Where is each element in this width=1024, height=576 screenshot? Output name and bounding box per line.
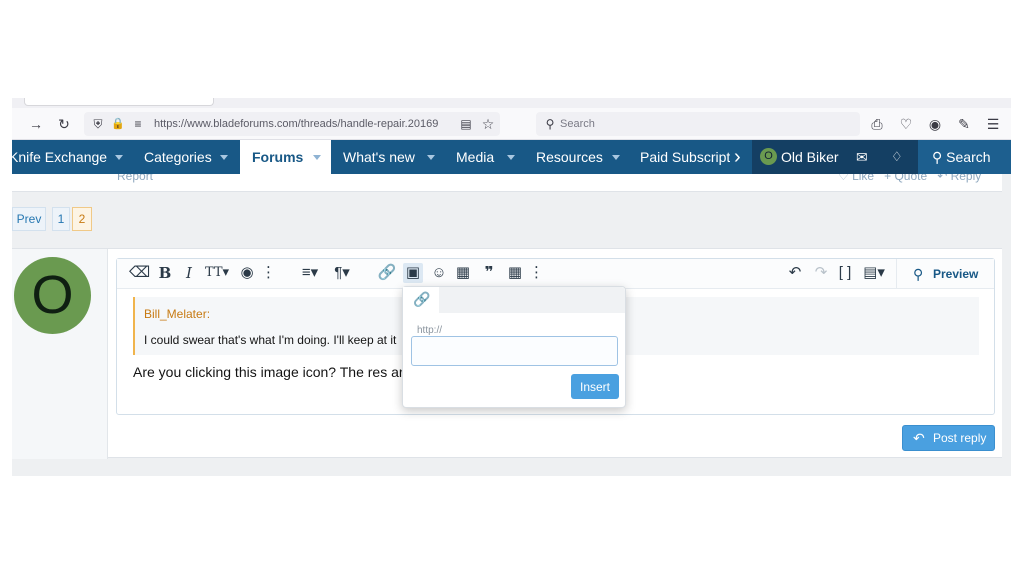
paragraph-icon[interactable]: ¶▾: [329, 263, 355, 283]
quote-icon[interactable]: ❞: [479, 263, 499, 283]
reply-icon[interactable]: ↶: [937, 174, 950, 183]
chevron-down-icon[interactable]: [427, 155, 435, 160]
alerts-bell-icon[interactable]: ♢: [891, 140, 903, 174]
insert-button[interactable]: Insert: [571, 374, 619, 399]
nav-search[interactable]: ⚲ Search: [918, 140, 1011, 174]
image-icon[interactable]: ▣: [403, 263, 423, 283]
nav-media[interactable]: Media: [456, 140, 494, 174]
browser-toolbar: → ↻ ⛨ 🔒 ≡ https://www.bladeforums.com/th…: [12, 108, 1011, 140]
insert-image-popup: 🔗 http:// Insert: [402, 286, 626, 408]
nav-paid-subscriptions[interactable]: Paid Subscript: [640, 140, 730, 174]
like-link[interactable]: Like: [852, 174, 874, 183]
more-options-icon[interactable]: ⋮: [529, 263, 544, 283]
nav-knife-exchange[interactable]: Knife Exchange: [12, 140, 107, 174]
link-icon: 🔗: [413, 291, 431, 307]
pagination-prev[interactable]: Prev: [12, 207, 46, 231]
extensions-icon[interactable]: ✎: [954, 114, 974, 134]
quote-body: I could swear that's what I'm doing. I'l…: [144, 333, 397, 347]
nav-scroll-right-icon[interactable]: ›: [734, 140, 741, 174]
url-text[interactable]: https://www.bladeforums.com/threads/hand…: [154, 118, 454, 130]
screenshot: → ↻ ⛨ 🔒 ≡ https://www.bladeforums.com/th…: [12, 98, 1011, 476]
chevron-down-icon[interactable]: [220, 155, 228, 160]
avatar[interactable]: O: [14, 257, 91, 334]
forward-icon[interactable]: →: [26, 114, 46, 134]
emoji-icon[interactable]: ☺: [429, 263, 449, 283]
popup-tabs: 🔗: [403, 287, 625, 313]
quote-link[interactable]: Quote: [894, 174, 927, 183]
pagination-page-2[interactable]: 2: [72, 207, 92, 231]
chevron-down-icon[interactable]: [313, 155, 321, 160]
chevron-down-icon[interactable]: [115, 155, 123, 160]
user-name[interactable]: Old Biker: [781, 140, 839, 174]
reload-icon[interactable]: ↻: [54, 114, 74, 134]
print-icon[interactable]: ⎙: [867, 114, 887, 134]
url-bar[interactable]: ⛨ 🔒 ≡ https://www.bladeforums.com/thread…: [84, 112, 500, 136]
editor-toolbar: ⌫ B I TT▾ ◉ ⋮ ≡▾ ¶▾ 🔗 ▣ ☺ ▦ ❞ ▦ ⋮ ↶ ↷ […: [117, 259, 994, 289]
permissions-icon[interactable]: ≡: [128, 114, 148, 134]
menu-icon[interactable]: ☰: [983, 114, 1003, 134]
browser-tabstrip: [12, 98, 1011, 108]
nav-categories[interactable]: Categories: [144, 140, 212, 174]
browser-tab[interactable]: [24, 98, 214, 106]
reader-view-icon[interactable]: ▤: [456, 114, 476, 134]
chevron-down-icon[interactable]: [507, 155, 515, 160]
post-reply-button[interactable]: ↶ Post reply: [902, 425, 995, 451]
more-options-icon[interactable]: ⋮: [261, 263, 276, 283]
drafts-icon[interactable]: ▤▾: [861, 263, 887, 283]
table-icon[interactable]: ▦: [505, 263, 525, 283]
quote-icon[interactable]: +: [884, 174, 894, 183]
media-icon[interactable]: ▦: [453, 263, 473, 283]
align-icon[interactable]: ≡▾: [297, 263, 323, 283]
search-icon: ⚲: [932, 149, 943, 165]
nav-whats-new[interactable]: What's new: [343, 140, 415, 174]
like-icon[interactable]: ♡: [838, 174, 852, 183]
nav-resources[interactable]: Resources: [536, 140, 603, 174]
browser-search-bar[interactable]: ⚲ Search: [536, 112, 860, 136]
pocket-icon[interactable]: ♡: [896, 114, 916, 134]
inbox-icon[interactable]: ✉: [856, 140, 868, 174]
search-icon: ⚲: [545, 117, 555, 131]
undo-icon[interactable]: ↶: [785, 263, 805, 283]
post-reply-label: Post reply: [933, 431, 987, 445]
site-navigation: Knife Exchange Categories Forums What's …: [12, 140, 1011, 174]
chevron-down-icon[interactable]: [612, 155, 620, 160]
report-link[interactable]: Report: [117, 174, 153, 183]
user-mini-avatar[interactable]: O: [760, 148, 777, 165]
account-icon[interactable]: ◉: [925, 114, 945, 134]
pagination-page-1[interactable]: 1: [52, 207, 70, 231]
preview-label: Preview: [933, 267, 979, 281]
preview-button[interactable]: ⚲ Preview: [896, 259, 994, 289]
preview-icon: ⚲: [913, 266, 924, 282]
clear-formatting-icon[interactable]: ⌫: [129, 263, 150, 283]
lock-icon[interactable]: 🔒: [108, 114, 128, 134]
popup-tab-url[interactable]: 🔗: [403, 287, 439, 313]
italic-icon[interactable]: I: [179, 263, 199, 283]
image-url-input[interactable]: [411, 336, 618, 366]
quote-author[interactable]: Bill_Melater:: [144, 307, 210, 321]
post-actions: ♡ Like + Quote ↶ Reply: [838, 174, 981, 183]
previous-post-footer: Report ♡ Like + Quote ↶ Reply: [12, 174, 1002, 192]
reply-user-column: O: [12, 249, 108, 459]
browser-search-placeholder[interactable]: Search: [560, 118, 595, 130]
nav-user-area: O Old Biker ✉ ♢ ⚲ Search: [752, 140, 1011, 174]
toggle-bbcode-icon[interactable]: [ ]: [835, 263, 855, 283]
shield-icon[interactable]: ⛨: [88, 114, 108, 134]
nav-search-label: Search: [946, 149, 991, 165]
bold-icon[interactable]: B: [155, 263, 175, 283]
font-size-icon[interactable]: TT▾: [203, 263, 231, 283]
text-color-icon[interactable]: ◉: [237, 263, 257, 283]
reply-link[interactable]: Reply: [951, 174, 982, 183]
redo-icon[interactable]: ↷: [811, 263, 831, 283]
image-url-label: http://: [417, 325, 443, 336]
link-icon[interactable]: 🔗: [377, 263, 397, 283]
reply-text[interactable]: Are you clicking this image icon? The re…: [133, 364, 403, 380]
bookmark-star-icon[interactable]: ☆: [478, 114, 498, 134]
reply-arrow-icon: ↶: [913, 430, 925, 446]
